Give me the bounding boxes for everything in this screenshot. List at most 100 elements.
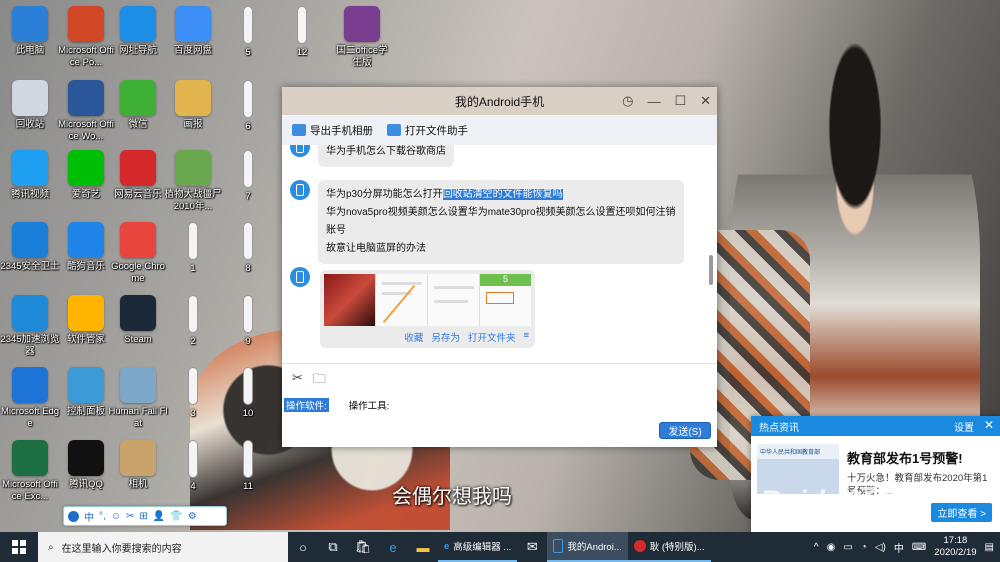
desktop-icon[interactable]: 此电脑	[0, 6, 60, 57]
image-thumbnail[interactable]	[376, 274, 428, 326]
software-manager-icon	[68, 295, 104, 331]
ime-item[interactable]: ⚙	[188, 511, 197, 522]
close-icon[interactable]: ✕	[700, 93, 711, 109]
image-thumbnail[interactable]	[324, 274, 376, 326]
clock-icon[interactable]: ◷	[622, 93, 633, 109]
start-button[interactable]	[0, 532, 38, 562]
input-language[interactable]: 中	[894, 540, 904, 555]
notification-icon[interactable]: ▤	[985, 542, 994, 553]
desktop-icon[interactable]: 画报	[163, 80, 223, 131]
image-thumbnail[interactable]: 5	[480, 274, 531, 326]
taskbar-app[interactable]: e 高级编辑器 ...	[438, 532, 518, 562]
scissors-icon[interactable]: ✂	[292, 370, 303, 392]
collect-link[interactable]: 收藏	[404, 330, 423, 344]
desktop-icon[interactable]: 微信	[108, 80, 168, 131]
volume-icon[interactable]: ◁)	[875, 542, 886, 553]
desktop-icon[interactable]: 网易云音乐	[108, 150, 168, 201]
ime-item[interactable]: 👕	[170, 511, 182, 522]
taskbar-search[interactable]: ⌕ 在这里输入你要搜索的内容	[38, 532, 288, 562]
desktop-icon[interactable]: 4	[163, 440, 223, 493]
wifi-icon[interactable]: ◔	[861, 542, 867, 553]
desktop-icon[interactable]: Human Fall Flat	[108, 367, 168, 430]
desktop-icon[interactable]: 软件管家	[56, 295, 116, 346]
desktop-icon[interactable]: 国二office学生版	[332, 6, 392, 69]
cortana-icon[interactable]: ○	[288, 532, 318, 562]
edge-icon[interactable]: e	[378, 532, 408, 562]
desktop-icon[interactable]: 控制面板	[56, 367, 116, 418]
desktop-icon[interactable]: 爱奇艺	[56, 150, 116, 201]
news-settings-link[interactable]: 设置	[954, 419, 974, 434]
ime-item[interactable]: ⊞	[139, 511, 147, 522]
desktop-icon[interactable]: Microsoft Office Wo...	[56, 80, 116, 143]
desktop-icon[interactable]: 6	[218, 80, 278, 133]
desktop-icon[interactable]: 腾讯视频	[0, 150, 60, 201]
image-card[interactable]: 5 收藏 另存为 打开文件夹 ≡	[320, 270, 535, 348]
desktop-icon[interactable]: Microsoft Edge	[0, 367, 60, 430]
android-phone-window: 我的Android手机 ◷ — ☐ ✕ 导出手机相册 打开文件助手 华为手机怎么…	[282, 87, 717, 447]
desktop-icon[interactable]: 相机	[108, 440, 168, 491]
desktop-icon[interactable]: 5	[218, 6, 278, 59]
desktop-icon-label: 此电脑	[15, 45, 45, 56]
desktop-icon[interactable]: 腾讯QQ	[56, 440, 116, 491]
operate-tool-label[interactable]: 操作工具:	[349, 398, 390, 412]
taskbar-app[interactable]: 耿 (特别版)...	[627, 532, 711, 562]
minimize-icon[interactable]: —	[647, 94, 660, 109]
desktop-icon[interactable]: 9	[218, 295, 278, 348]
desktop-icon[interactable]: Steam	[108, 295, 168, 346]
save-as-link[interactable]: 另存为	[431, 330, 460, 344]
store-icon[interactable]: 🛍	[348, 532, 378, 562]
desktop-icon[interactable]: 12	[272, 6, 332, 59]
file-explorer-icon[interactable]: ▬	[408, 532, 438, 562]
desktop-icon[interactable]: 11	[218, 440, 278, 493]
ime-item[interactable]: 👤	[153, 511, 165, 522]
desktop-icon[interactable]: 网址导航	[108, 6, 168, 57]
desktop-icon[interactable]: 3	[163, 367, 223, 420]
news-title[interactable]: 教育部发布1号预警!	[847, 448, 963, 467]
desktop-icon[interactable]: 1	[163, 222, 223, 275]
desktop-icon-label: 2345安全卫士	[0, 261, 60, 272]
taskbar-app-label: 我的Androi...	[567, 542, 622, 553]
open-folder-link[interactable]: 打开文件夹	[468, 330, 516, 344]
clock[interactable]: 17:18 2020/2/19	[934, 535, 976, 559]
export-album-button[interactable]: 导出手机相册	[292, 123, 373, 138]
ime-item[interactable]: °,	[99, 511, 106, 522]
desktop-icon[interactable]: 7	[218, 150, 278, 203]
ime-item[interactable]: ☺	[111, 511, 121, 522]
ime-item[interactable]: 中	[84, 509, 94, 524]
image-thumbnail[interactable]	[428, 274, 480, 326]
edge-icon: e	[444, 540, 450, 552]
desktop-icon[interactable]: 酷狗音乐	[56, 222, 116, 273]
desktop-icon[interactable]: 2	[163, 295, 223, 348]
ime-tray-icon[interactable]: ⌨	[912, 542, 926, 553]
close-icon[interactable]: ✕	[984, 418, 994, 432]
desktop-icon[interactable]: 2345安全卫士	[0, 222, 60, 273]
operate-software-label[interactable]: 操作软件:	[284, 398, 329, 412]
chevron-up-icon[interactable]: ^	[814, 542, 819, 553]
more-menu-icon[interactable]: ≡	[523, 330, 529, 344]
desktop-icon[interactable]: Microsoft Office Po...	[56, 6, 116, 69]
window-titlebar[interactable]: 我的Android手机 ◷ — ☐ ✕	[282, 87, 717, 115]
desktop-icon[interactable]: Google Chrome	[108, 222, 168, 285]
send-button[interactable]: 发送(S)	[659, 422, 711, 439]
desktop-icon[interactable]: 2345加速浏览器	[0, 295, 60, 358]
app-tray-icon[interactable]: ◉	[827, 542, 836, 553]
desktop-icon[interactable]: 8	[218, 222, 278, 275]
message-bubble[interactable]: 华为手机怎么下载谷歌商店	[318, 145, 454, 167]
taskbar-app[interactable]: 我的Androi...	[547, 532, 628, 562]
battery-icon[interactable]: ▭	[843, 542, 852, 553]
message-bubble[interactable]: 华为p30分屏功能怎么打开回收站清空的文件能恢复吗 华为nova5pro视频美颜…	[318, 180, 684, 264]
ime-logo-icon[interactable]	[68, 510, 79, 522]
maximize-icon[interactable]: ☐	[674, 93, 686, 109]
ime-item[interactable]: ✂	[126, 511, 134, 522]
view-now-button[interactable]: 立即查看 >	[931, 503, 992, 522]
desktop-icon[interactable]: 百度网盘	[163, 6, 223, 57]
folder-icon[interactable]: 🗀	[313, 370, 326, 392]
mail-icon[interactable]: ✉	[517, 532, 547, 562]
desktop-icon[interactable]: 10	[218, 367, 278, 420]
task-view-icon[interactable]: ⧉	[318, 532, 348, 562]
desktop-icon[interactable]: 回收站	[0, 80, 60, 131]
desktop-icon[interactable]: 植物大战僵尸2010年...	[163, 150, 223, 213]
chat-scrollbar[interactable]	[709, 255, 713, 285]
desktop-icon[interactable]: Microsoft Office Exc...	[0, 440, 60, 503]
open-file-helper-button[interactable]: 打开文件助手	[387, 123, 468, 138]
